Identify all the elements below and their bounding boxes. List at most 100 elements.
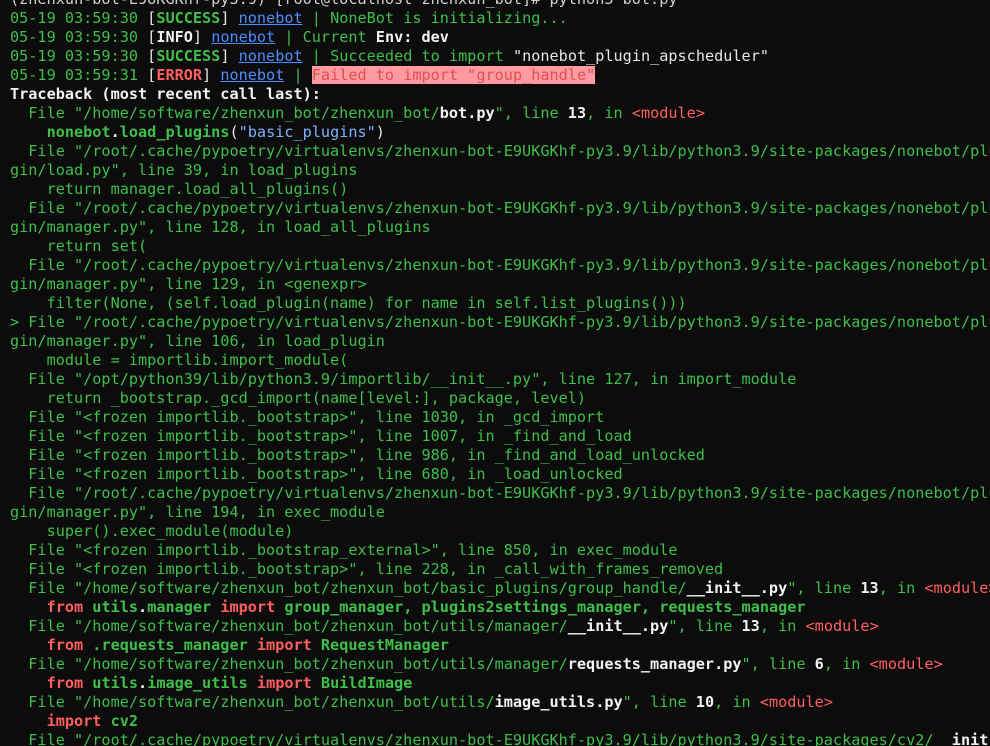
terminal-text-segment: File "<frozen importlib._bootstrap_exter…: [10, 541, 678, 559]
logger-name-link[interactable]: nonebot: [239, 47, 303, 65]
terminal-text-segment: File "/opt/python39/lib/python3.9/import…: [10, 370, 797, 388]
terminal-text-segment: __init__.py: [686, 579, 788, 597]
error-message-highlight: Failed to import "group_handle": [311, 66, 596, 84]
terminal-text-segment: image_utils.py: [494, 693, 623, 711]
terminal-text-segment: BuildImage: [311, 674, 413, 692]
terminal-text-segment: return manager.load_all_plugins(): [10, 180, 349, 198]
terminal-text-segment: nonebot: [46, 123, 111, 141]
terminal-line: from .requests_manager import RequestMan…: [10, 636, 990, 655]
terminal-text-segment: module = importlib.import_module(: [10, 351, 349, 369]
terminal-text-segment: manager: [147, 598, 212, 616]
terminal-text-segment: [: [147, 66, 157, 84]
terminal-text-segment: |: [284, 66, 312, 84]
terminal-line: Traceback (most recent call last):: [10, 85, 990, 104]
terminal-text-segment: 10: [695, 693, 715, 711]
terminal-line: File "<frozen importlib._bootstrap_exter…: [10, 541, 990, 560]
terminal-text-segment: image_utils: [147, 674, 248, 692]
terminal-text-segment: Traceback (most recent call last):: [10, 85, 321, 103]
terminal-line: > File "/root/.cache/pypoetry/virtualenv…: [10, 313, 990, 332]
terminal-text-segment: .requests_manager: [83, 636, 248, 654]
terminal-text-segment: File "<frozen importlib._bootstrap>", li…: [10, 427, 632, 445]
terminal-text-segment: | Current: [275, 28, 376, 46]
terminal-line: (zhenxun-bot-E9UKGKhf-py3.9) [root@local…: [10, 0, 990, 9]
terminal-text-segment: File "/home/software/zhenxun_bot/zhenxun…: [10, 693, 495, 711]
terminal-text-segment: ]: [220, 9, 239, 27]
terminal-text-segment: File "<frozen importlib._bootstrap>", li…: [10, 408, 605, 426]
terminal-text-segment: 05-19 03:59:31: [10, 66, 148, 84]
terminal-line: filter(None, (self.load_plugin(name) for…: [10, 294, 990, 313]
terminal-text-segment: File "<frozen importlib._bootstrap>", li…: [10, 465, 623, 483]
terminal-text-segment: File "/home/software/zhenxun_bot/zhenxun…: [10, 655, 568, 673]
terminal-text-segment: 6: [814, 655, 824, 673]
terminal-text-segment: ERROR: [156, 66, 203, 84]
terminal-line: gin/manager.py", line 128, in load_all_p…: [10, 218, 990, 237]
terminal-text-segment: (zhenxun-bot-E9UKGKhf-py3.9) [root@local…: [10, 0, 678, 8]
terminal-text-segment: from: [46, 636, 84, 654]
terminal-line: File "<frozen importlib._bootstrap>", li…: [10, 446, 990, 465]
terminal-text-segment: > File "/root/.cache/pypoetry/virtualenv…: [10, 313, 990, 331]
terminal-text-segment: RequestManager: [311, 636, 449, 654]
terminal-line: File "/root/.cache/pypoetry/virtualenvs/…: [10, 731, 990, 746]
terminal-line: return manager.load_all_plugins(): [10, 180, 990, 199]
terminal-text-segment: ]: [192, 28, 212, 46]
terminal-text-segment: cv2: [101, 712, 139, 730]
terminal-line: gin/manager.py", line 106, in load_plugi…: [10, 332, 990, 351]
terminal-text-segment: ", line: [622, 693, 696, 711]
terminal-text-segment: ", line: [494, 104, 568, 122]
terminal-text-segment: super().exec_module(module): [10, 522, 294, 540]
terminal-line: File "/root/.cache/pypoetry/virtualenvs/…: [10, 484, 990, 503]
logger-name-link[interactable]: nonebot: [220, 66, 284, 84]
terminal-text-segment: gin/manager.py", line 129, in <genexpr>: [10, 275, 367, 293]
terminal-text-segment: File "<frozen importlib._bootstrap>", li…: [10, 560, 724, 578]
terminal-text-segment: "nonebot_plugin_apscheduler": [512, 47, 769, 65]
terminal-text-segment: filter(None, (self.load_plugin(name) for…: [10, 294, 687, 312]
terminal-text-segment: 05-19 03:59:30: [10, 47, 148, 65]
terminal-text-segment: 05-19 03:59:30: [10, 9, 148, 27]
terminal-text-segment: .: [138, 598, 148, 616]
terminal-line: File "/home/software/zhenxun_bot/zhenxun…: [10, 579, 990, 598]
terminal-text-segment: return set(: [10, 237, 148, 255]
terminal-text-segment: <module>: [869, 655, 943, 673]
terminal-line: from utils.image_utils import BuildImage: [10, 674, 990, 693]
terminal-text-segment: File "/root/.cache/pypoetry/virtualenvs/…: [10, 256, 990, 274]
terminal-text-segment: 13: [567, 104, 587, 122]
terminal-line: File "/home/software/zhenxun_bot/zhenxun…: [10, 104, 990, 123]
terminal-text-segment: from: [46, 598, 84, 616]
terminal-text-segment: Env: dev: [375, 28, 449, 46]
terminal-line: 05-19 03:59:30 [INFO] nonebot | Current …: [10, 28, 990, 47]
terminal-text-segment: , in: [586, 104, 632, 122]
terminal-text-segment: bot.py: [439, 104, 495, 122]
terminal-line: gin/manager.py", line 129, in <genexpr>: [10, 275, 990, 294]
terminal-line: 05-19 03:59:30 [SUCCESS] nonebot | NoneB…: [10, 9, 990, 28]
terminal-text-segment: File "/home/software/zhenxun_bot/zhenxun…: [10, 617, 568, 635]
terminal-line: File "/home/software/zhenxun_bot/zhenxun…: [10, 655, 990, 674]
terminal-window[interactable]: (zhenxun-bot-E9UKGKhf-py3.9) [root@local…: [0, 0, 990, 746]
terminal-text-segment: | NoneBot is initializing...: [302, 9, 568, 27]
logger-name-link[interactable]: nonebot: [211, 28, 275, 46]
terminal-text-segment: <module>: [805, 617, 879, 635]
logger-name-link[interactable]: nonebot: [239, 9, 303, 27]
terminal-text-segment: .: [138, 674, 148, 692]
terminal-line: from utils.manager import group_manager,…: [10, 598, 990, 617]
terminal-text-segment: ]: [220, 47, 239, 65]
terminal-text-segment: gin/load.py", line 39, in load_plugins: [10, 161, 358, 179]
terminal-text-segment: .: [110, 123, 120, 141]
terminal-line: return _bootstrap._gcd_import(name[level…: [10, 389, 990, 408]
terminal-text-segment: gin/manager.py", line 128, in load_all_p…: [10, 218, 431, 236]
terminal-line: 05-19 03:59:30 [SUCCESS] nonebot | Succe…: [10, 47, 990, 66]
terminal-line: File "<frozen importlib._bootstrap>", li…: [10, 560, 990, 579]
terminal-text-segment: __init_: [933, 731, 990, 746]
terminal-text-segment: INFO: [156, 28, 193, 46]
terminal-line: File "<frozen importlib._bootstrap>", li…: [10, 427, 990, 446]
terminal-text-segment: gin/manager.py", line 194, in exec_modul…: [10, 503, 385, 521]
terminal-text-segment: , in: [823, 655, 870, 673]
terminal-text-segment: utils: [83, 598, 139, 616]
terminal-text-segment: 13: [860, 579, 879, 597]
terminal-line: File "/root/.cache/pypoetry/virtualenvs/…: [10, 256, 990, 275]
terminal-text-segment: File "/root/.cache/pypoetry/virtualenvs/…: [10, 199, 990, 217]
terminal-text-segment: import: [46, 712, 102, 730]
